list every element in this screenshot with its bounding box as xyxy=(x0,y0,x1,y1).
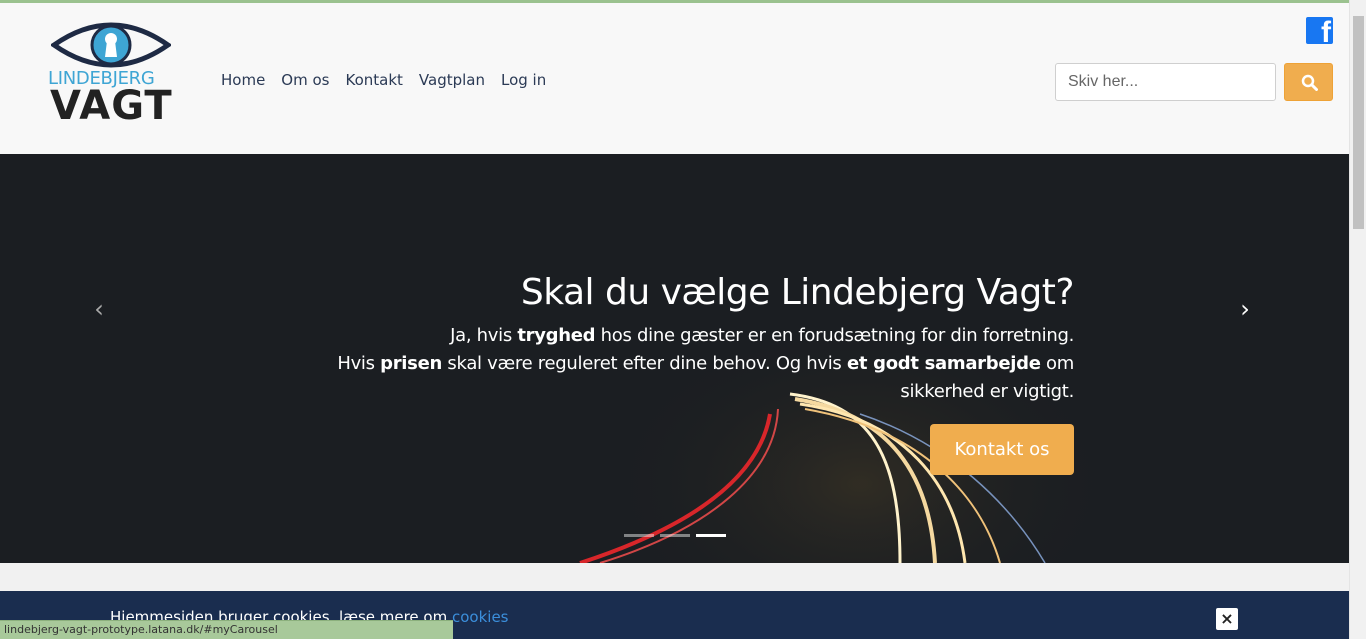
hero-carousel: Skal du vælge Lindebjerg Vagt? Ja, hvis … xyxy=(0,154,1349,563)
close-icon[interactable]: × xyxy=(1216,608,1238,630)
carousel-indicator-1[interactable] xyxy=(624,534,654,537)
nav-item-om-os[interactable]: Om os xyxy=(273,71,337,89)
cookie-link[interactable]: cookies xyxy=(452,608,509,626)
carousel-indicator-3[interactable] xyxy=(696,534,726,537)
search-input[interactable] xyxy=(1055,63,1276,101)
contact-us-button[interactable]: Kontakt os xyxy=(930,424,1074,475)
carousel-title: Skal du vælge Lindebjerg Vagt? xyxy=(520,272,1075,313)
eye-logo-icon xyxy=(51,22,171,68)
carousel-caption: Skal du vælge Lindebjerg Vagt? Ja, hvis … xyxy=(314,272,1074,406)
carousel-prev-icon[interactable]: ‹ xyxy=(84,294,114,324)
search-button[interactable] xyxy=(1284,63,1333,101)
main-nav: Home Om os Kontakt Vagtplan Log in xyxy=(213,67,554,93)
site-logo[interactable]: LINDEBJERG VAGT xyxy=(48,19,174,129)
carousel-indicators xyxy=(624,534,726,537)
facebook-icon[interactable]: f xyxy=(1306,17,1333,44)
browser-status-url: lindebjerg-vagt-prototype.latana.dk/#myC… xyxy=(0,620,453,639)
carousel-text-line1: Ja, hvis tryghed hos dine gæster er en f… xyxy=(450,325,1074,346)
page-scrollbar[interactable] xyxy=(1349,0,1366,639)
nav-item-vagtplan[interactable]: Vagtplan xyxy=(411,71,493,89)
search-icon xyxy=(1301,74,1318,91)
carousel-indicator-2[interactable] xyxy=(660,534,690,537)
facebook-glyph: f xyxy=(1321,17,1331,45)
carousel-next-icon[interactable]: › xyxy=(1230,294,1260,324)
scrollbar-thumb[interactable] xyxy=(1353,16,1364,229)
logo-text-vagt: VAGT xyxy=(50,83,173,129)
nav-item-log-in[interactable]: Log in xyxy=(493,71,554,89)
carousel-text-line2: Hvis prisen skal være reguleret efter di… xyxy=(337,353,1074,402)
site-header: LINDEBJERG VAGT Home Om os Kontakt Vagtp… xyxy=(0,3,1349,154)
nav-item-kontakt[interactable]: Kontakt xyxy=(337,71,410,89)
nav-item-home[interactable]: Home xyxy=(213,71,273,89)
